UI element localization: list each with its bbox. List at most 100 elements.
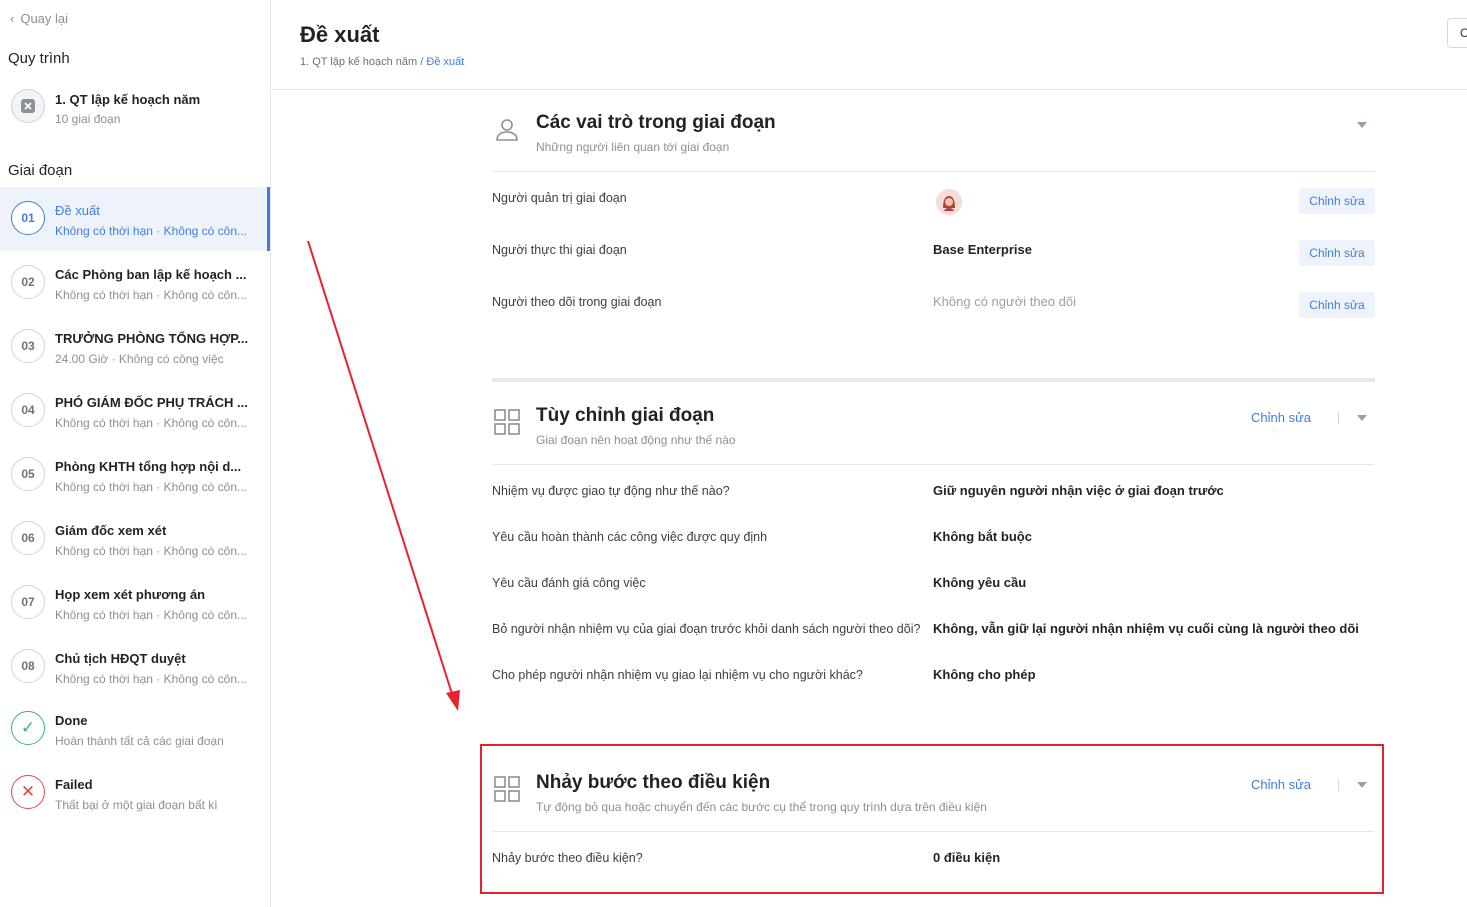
page-title: Đề xuất [300, 22, 380, 47]
row-label: Người thực thi giai đoạn [492, 243, 627, 257]
process-title: 1. QT lập kế hoạch năm [55, 92, 201, 107]
stage-item-04[interactable]: 04 PHÓ GIÁM ĐỐC PHỤ TRÁCH ... Không có t… [0, 379, 270, 443]
customize-section-title: Tùy chỉnh giai đoạn [536, 405, 715, 426]
stage-number: 08 [11, 649, 45, 683]
row-label: Yêu cầu đánh giá công việc [492, 576, 646, 590]
edit-button[interactable]: Chỉnh sửa [1299, 292, 1375, 318]
stage-title: Họp xem xét phương án [55, 587, 206, 602]
role-row-executor: Người thực thi giai đoạn Base Enterprise… [492, 224, 1375, 276]
row-value: Không bắt buộc [933, 529, 1032, 544]
process-item[interactable]: 1. QT lập kế hoạch năm 10 giai đoạn [0, 86, 270, 132]
stage-item-failed[interactable]: ✕ Failed Thất bại ở một giai đoạn bất kì [0, 763, 270, 827]
section-divider [492, 378, 1375, 382]
header-action-button[interactable]: C [1447, 18, 1467, 48]
stage-subtitle: Không có thời hạn · Không có côn... [55, 224, 247, 238]
caret-down-icon[interactable] [1357, 122, 1367, 128]
stage-item-03[interactable]: 03 TRƯỞNG PHÒNG TỔNG HỢP... 24.00 Giờ · … [0, 315, 270, 379]
custom-row: Cho phép người nhận nhiệm vụ giao lại nh… [492, 649, 1375, 695]
stage-item-07[interactable]: 07 Họp xem xét phương án Không có thời h… [0, 571, 270, 635]
row-value: Không yêu cầu [933, 575, 1027, 590]
stage-number: 07 [11, 585, 45, 619]
stage-number: 02 [11, 265, 45, 299]
edit-button[interactable]: Chỉnh sửa [1299, 188, 1375, 214]
stage-title: Phòng KHTH tổng hợp nội d... [55, 459, 242, 474]
stage-item-02[interactable]: 02 Các Phòng ban lập kế hoạch ... Không … [0, 251, 270, 315]
row-label: Người theo dõi trong giai đoạn [492, 295, 662, 309]
customize-section-subtitle: Giai đoạn nên hoạt động như thế nào [536, 433, 736, 447]
stage-title: Chủ tịch HĐQT duyệt [55, 651, 186, 666]
process-subtitle: 10 giai đoạn [55, 112, 121, 126]
breadcrumb-parent[interactable]: 1. QT lập kế hoạch năm [300, 56, 417, 68]
sidebar: ‹ Quay lại Quy trình 1. QT lập kế hoạch … [0, 0, 271, 907]
stage-title: PHÓ GIÁM ĐỐC PHỤ TRÁCH ... [55, 395, 248, 410]
row-label: Người quản trị giai đoạn [492, 191, 627, 205]
caret-down-icon[interactable] [1357, 415, 1367, 421]
annotation-highlight-box [480, 744, 1384, 894]
row-value: Base Enterprise [933, 242, 1032, 257]
row-label: Nhiệm vụ được giao tự động như thế nào? [492, 484, 730, 498]
separator [1338, 412, 1339, 424]
process-icon [11, 89, 45, 123]
stage-subtitle: Không có thời hạn · Không có côn... [55, 544, 247, 558]
breadcrumb-separator: / [417, 56, 427, 68]
page-header: Đề xuất 1. QT lập kế hoạch năm / Đề xuất… [271, 0, 1467, 90]
stage-title: Đề xuất [55, 203, 100, 218]
stage-title: TRƯỞNG PHÒNG TỔNG HỢP... [55, 331, 249, 346]
user-icon [496, 119, 518, 141]
chevron-left-icon: ‹ [10, 11, 15, 26]
custom-row: Yêu cầu hoàn thành các công việc được qu… [492, 511, 1375, 557]
stage-subtitle: Không có thời hạn · Không có côn... [55, 608, 247, 622]
row-value: Không, vẫn giữ lại người nhận nhiệm vụ c… [933, 621, 1359, 636]
annotation-arrow [307, 240, 460, 711]
back-label: Quay lại [20, 11, 69, 26]
grid-icon [494, 409, 520, 435]
custom-row: Nhiệm vụ được giao tự động như thế nào? … [492, 465, 1375, 511]
stage-subtitle: Không có thời hạn · Không có côn... [55, 480, 247, 494]
roles-section-header: Các vai trò trong giai đoạn Những người … [492, 90, 1375, 172]
stage-item-06[interactable]: 06 Giám đốc xem xét Không có thời hạn · … [0, 507, 270, 571]
stage-subtitle: Không có thời hạn · Không có côn... [55, 288, 247, 302]
stage-section-title: Giai đoạn [8, 162, 73, 179]
stage-title: Các Phòng ban lập kế hoạch ... [55, 267, 247, 282]
row-label: Yêu cầu hoàn thành các công việc được qu… [492, 530, 768, 544]
breadcrumb-current[interactable]: Đề xuất [426, 56, 464, 68]
custom-row: Yêu cầu đánh giá công việc Không yêu cầu [492, 557, 1375, 603]
stage-subtitle: Không có thời hạn · Không có côn... [55, 672, 247, 686]
stage-number: 06 [11, 521, 45, 555]
stage-number: 04 [11, 393, 45, 427]
stage-item-05[interactable]: 05 Phòng KHTH tổng hợp nội d... Không có… [0, 443, 270, 507]
stage-number: 01 [11, 201, 45, 235]
customize-section: Tùy chỉnh giai đoạn Giai đoạn nên hoạt đ… [492, 383, 1375, 695]
back-link[interactable]: ‹ Quay lại [10, 11, 68, 26]
check-icon: ✓ [11, 711, 45, 745]
roles-section-subtitle: Những người liên quan tới giai đoạn [536, 140, 730, 154]
edit-button[interactable]: Chỉnh sửa [1299, 240, 1375, 266]
row-value: Không cho phép [933, 667, 1036, 682]
avatar [936, 189, 962, 215]
role-row-admin: Người quản trị giai đoạn Chỉnh sửa [492, 172, 1375, 224]
stage-subtitle: Thất bại ở một giai đoạn bất kì [55, 798, 218, 812]
stage-title: Done [55, 713, 88, 728]
stage-title: Giám đốc xem xét [55, 523, 167, 538]
customize-section-header: Tùy chỉnh giai đoạn Giai đoạn nên hoạt đ… [492, 383, 1375, 465]
row-value: Không có người theo dõi [933, 294, 1076, 309]
row-value: Giữ nguyên người nhận việc ở giai đoạn t… [933, 483, 1224, 498]
breadcrumb: 1. QT lập kế hoạch năm / Đề xuất [300, 56, 464, 68]
stage-subtitle: Không có thời hạn · Không có côn... [55, 416, 247, 430]
stage-item-done[interactable]: ✓ Done Hoàn thành tất cả các giai đoạn [0, 699, 270, 763]
role-row-follower: Người theo dõi trong giai đoạn Không có … [492, 276, 1375, 328]
roles-section: Các vai trò trong giai đoạn Những người … [492, 90, 1375, 328]
edit-link[interactable]: Chỉnh sửa [1251, 410, 1311, 425]
close-icon: ✕ [11, 775, 45, 809]
roles-section-title: Các vai trò trong giai đoạn [536, 112, 776, 133]
stage-subtitle: 24.00 Giờ · Không có công việc [55, 352, 224, 366]
stage-number: 03 [11, 329, 45, 363]
stage-title: Failed [55, 777, 93, 792]
row-label: Cho phép người nhận nhiệm vụ giao lại nh… [492, 668, 863, 682]
custom-row: Bỏ người nhận nhiệm vụ của giai đoạn trư… [492, 603, 1375, 649]
stage-subtitle: Hoàn thành tất cả các giai đoạn [55, 734, 224, 748]
stage-number: 05 [11, 457, 45, 491]
stage-item-01[interactable]: 01 Đề xuất Không có thời hạn · Không có … [0, 187, 270, 251]
process-section-title: Quy trình [8, 50, 70, 67]
stage-item-08[interactable]: 08 Chủ tịch HĐQT duyệt Không có thời hạn… [0, 635, 270, 699]
